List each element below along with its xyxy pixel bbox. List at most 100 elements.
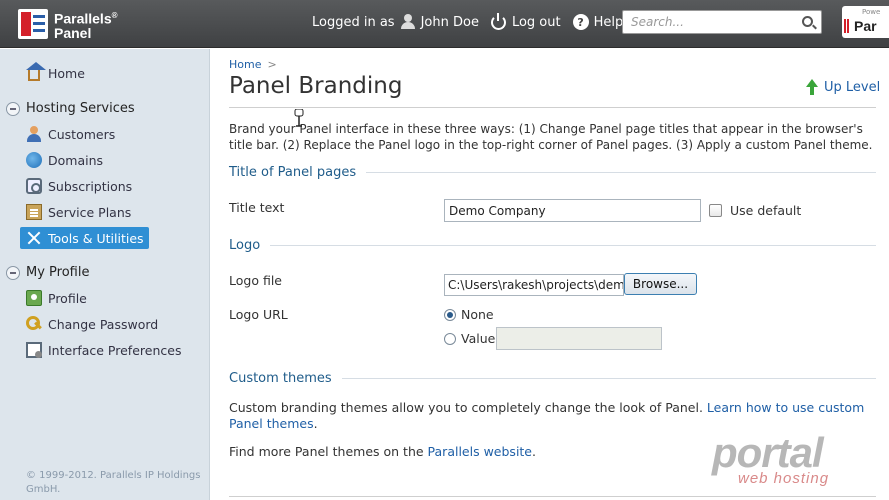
subscription-icon bbox=[26, 178, 42, 194]
sidebar-item-subscriptions[interactable]: Subscriptions bbox=[26, 175, 132, 197]
up-level-label: Up Level bbox=[824, 79, 881, 95]
logged-in-info: Logged in as John Doe bbox=[312, 14, 479, 30]
watermark-tagline: web hosting bbox=[738, 470, 830, 487]
section-custom-themes: Custom themes bbox=[229, 371, 876, 386]
none-radio[interactable] bbox=[444, 308, 456, 321]
section-title: Hosting Services bbox=[26, 101, 135, 116]
page-title: Panel Branding bbox=[229, 73, 403, 99]
user-icon bbox=[400, 14, 416, 30]
section-hosting-services[interactable]: Hosting Services bbox=[6, 101, 135, 116]
profile-icon bbox=[26, 290, 42, 306]
watermark-logo: portal bbox=[712, 429, 824, 476]
logo-file-input[interactable]: C:\Users\rakesh\projects\demo bbox=[444, 274, 624, 296]
logo-line2: Panel bbox=[54, 24, 92, 41]
sidebar-item-customers[interactable]: Customers bbox=[26, 123, 115, 145]
sidebar-item-label: Service Plans bbox=[48, 204, 132, 220]
top-bar: Parallels® Panel Logged in as John Doe L… bbox=[0, 0, 889, 48]
themes-description: Custom branding themes allow you to comp… bbox=[229, 400, 869, 432]
parallels-logo-icon bbox=[18, 9, 48, 40]
section-divider bbox=[366, 172, 876, 173]
sidebar-item-label: Domains bbox=[48, 152, 104, 168]
help-label: Help bbox=[593, 14, 624, 30]
parallels-panel-logo[interactable]: Parallels® Panel bbox=[18, 9, 118, 40]
user-icon bbox=[26, 126, 42, 142]
sidebar-item-change-password[interactable]: Change Password bbox=[26, 313, 158, 335]
find-more-text: Find more Panel themes on the bbox=[229, 444, 424, 459]
sidebar: Home Hosting Services Customers Domains … bbox=[0, 49, 210, 500]
section-title-of-panel-pages: Title of Panel pages bbox=[229, 165, 876, 180]
up-level-link[interactable]: Up Level bbox=[805, 79, 880, 95]
logout-link[interactable]: Log out bbox=[491, 12, 561, 30]
value-radio[interactable] bbox=[444, 332, 456, 345]
section-heading: Title of Panel pages bbox=[229, 165, 357, 180]
section-my-profile[interactable]: My Profile bbox=[6, 265, 89, 280]
title-text-label: Title text bbox=[229, 200, 285, 215]
sidebar-item-label: Profile bbox=[48, 290, 87, 306]
sidebar-item-service-plans[interactable]: Service Plans bbox=[26, 201, 131, 223]
help-link[interactable]: ? Help bbox=[572, 14, 624, 30]
logo-text: Parallels® Panel bbox=[54, 9, 118, 40]
breadcrumb: Home > bbox=[229, 58, 277, 71]
top-nav: Logged in as John Doe Log out ? Help bbox=[312, 12, 635, 30]
none-radio-label: None bbox=[461, 307, 494, 322]
logged-in-label: Logged in as bbox=[312, 14, 395, 30]
registered-mark: ® bbox=[111, 11, 118, 20]
preferences-icon bbox=[26, 342, 42, 358]
browse-button[interactable]: Browse... bbox=[624, 273, 697, 295]
use-default-checkbox[interactable] bbox=[709, 204, 722, 217]
sidebar-item-label: Home bbox=[48, 65, 85, 81]
themes-period: . bbox=[313, 416, 318, 431]
powered-by-text: Powe bbox=[862, 8, 881, 16]
powered-by-badge[interactable]: Powe Par bbox=[842, 6, 889, 38]
tools-icon bbox=[26, 230, 42, 246]
collapse-icon[interactable] bbox=[6, 101, 20, 116]
parallels-website-link[interactable]: Parallels website bbox=[428, 444, 532, 459]
sidebar-item-label: Change Password bbox=[48, 316, 159, 332]
power-icon bbox=[491, 12, 507, 30]
intro-text: Brand your Panel interface in these thre… bbox=[229, 122, 873, 152]
globe-icon bbox=[26, 152, 42, 168]
find-more-period: . bbox=[532, 444, 536, 459]
title-divider bbox=[229, 107, 876, 108]
logo-file-label: Logo file bbox=[229, 273, 282, 288]
search-box bbox=[622, 10, 822, 34]
logo-url-none-option[interactable]: None bbox=[444, 307, 494, 322]
section-title: My Profile bbox=[26, 265, 90, 280]
value-radio-label: Value bbox=[461, 331, 496, 346]
sidebar-item-home[interactable]: Home bbox=[26, 62, 85, 81]
mouse-cursor-icon bbox=[294, 109, 304, 127]
sidebar-item-label: Subscriptions bbox=[48, 178, 133, 194]
sidebar-item-tools-utilities[interactable]: Tools & Utilities bbox=[20, 227, 149, 249]
search-icon[interactable] bbox=[802, 16, 813, 27]
sidebar-item-label: Customers bbox=[48, 126, 116, 142]
sidebar-item-interface-preferences[interactable]: Interface Preferences bbox=[26, 339, 181, 361]
sidebar-item-domains[interactable]: Domains bbox=[26, 149, 103, 171]
section-heading: Logo bbox=[229, 238, 261, 253]
logo-url-label: Logo URL bbox=[229, 307, 288, 322]
title-text-input[interactable] bbox=[444, 199, 701, 222]
breadcrumb-home-link[interactable]: Home bbox=[229, 58, 261, 71]
home-icon bbox=[26, 62, 46, 81]
sidebar-item-label: Interface Preferences bbox=[48, 342, 182, 358]
search-input[interactable] bbox=[623, 11, 793, 33]
logo-url-value-input[interactable] bbox=[496, 327, 662, 350]
sidebar-item-label: Tools & Utilities bbox=[48, 230, 144, 246]
copyright-text: © 1999-2012. Parallels IP Holdings GmbH. bbox=[26, 470, 201, 495]
bottom-divider bbox=[229, 496, 876, 497]
collapse-icon[interactable] bbox=[6, 265, 20, 280]
key-icon bbox=[26, 316, 42, 332]
help-icon: ? bbox=[572, 14, 589, 30]
themes-text: Custom branding themes allow you to comp… bbox=[229, 400, 703, 415]
sidebar-item-profile[interactable]: Profile bbox=[26, 287, 87, 309]
section-heading: Custom themes bbox=[229, 371, 332, 386]
up-arrow-icon bbox=[805, 79, 819, 95]
plan-icon bbox=[26, 204, 42, 220]
logo-url-value-option[interactable]: Value bbox=[444, 331, 495, 346]
parallels-bars-icon bbox=[844, 19, 849, 33]
section-divider bbox=[270, 245, 876, 246]
breadcrumb-separator: > bbox=[267, 58, 277, 71]
portal-watermark: portal web hosting bbox=[712, 432, 862, 492]
use-default-option[interactable]: Use default bbox=[709, 203, 801, 218]
user-name-link[interactable]: John Doe bbox=[421, 15, 479, 30]
section-logo: Logo bbox=[229, 238, 876, 253]
